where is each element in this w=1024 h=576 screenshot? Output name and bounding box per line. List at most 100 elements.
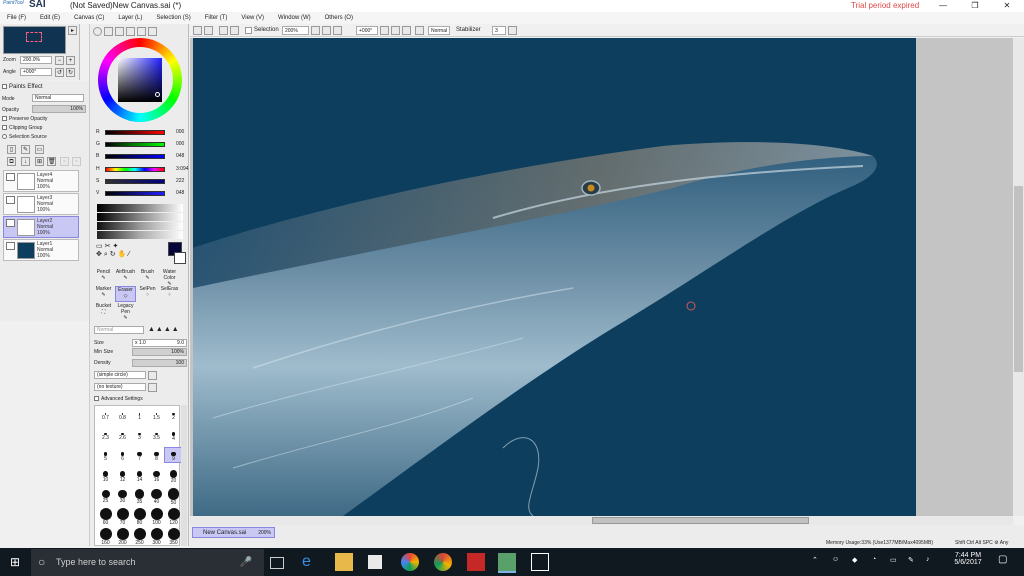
volume-icon[interactable]: ♪ [926,556,930,563]
brush-size-preset[interactable]: 4 [165,428,182,442]
secondary-color-swatch[interactable] [174,252,186,264]
brush-size-preset[interactable]: 30 [114,488,131,504]
chrome-icon[interactable] [434,553,452,571]
brush-size-preset[interactable]: 0.7 [97,408,114,421]
store-icon[interactable] [368,555,382,569]
hue-slider[interactable]: H 3:094 [93,166,189,174]
canvas-rotate-right-icon[interactable] [391,26,400,35]
rotate-right-icon[interactable]: ↻ [66,68,75,77]
eraser-tool[interactable]: Eraser ◇ [115,286,136,302]
legacy-pen-tool[interactable]: Legacy Pen ✎ [115,303,136,321]
menu-window[interactable]: Window (W) [274,12,315,24]
seleras-tool[interactable]: SelEras ⁘ [159,286,180,302]
paint-tool-sai-taskbar-icon[interactable] [498,553,516,573]
selection-checkbox[interactable] [245,27,252,34]
brush-size-preset[interactable]: 50 [165,488,182,506]
rect-select-icon[interactable]: ▭ [96,243,105,250]
canvas-zoom-in-icon[interactable] [322,26,331,35]
selection-tools[interactable]: ▭✂✦ ✥⌕↻✋⁄ [96,242,132,259]
brush-size-preset[interactable]: 7 [131,448,148,462]
brush-size-preset[interactable]: 6 [114,448,131,462]
rotate-left-icon[interactable]: ↺ [55,68,64,77]
taskbar-search[interactable]: ○ Type here to search 🎤 [31,549,264,576]
brush-size-preset[interactable]: 60 [97,508,114,526]
navigator-thumbnail[interactable] [3,26,66,54]
stabilizer-field[interactable]: 3 [492,26,506,35]
brush-size-preset[interactable]: 250 [131,528,148,546]
brush-size-preset[interactable]: 0.8 [114,408,131,421]
size-slider[interactable]: x 1.0 9.0 [132,339,187,347]
wifi-icon[interactable]: ◔ [872,556,876,563]
horizontal-scroll-thumb[interactable] [592,517,809,524]
document-tab[interactable]: New Canvas.sai 200% [192,527,275,538]
menu-view[interactable]: View (V) [237,12,268,24]
invert-selection-icon[interactable] [230,26,239,35]
drawing-canvas[interactable] [193,38,916,516]
pencil-tool[interactable]: Pencil ✎ [93,269,114,285]
brush-size-preset[interactable]: 8 [148,448,165,462]
paints-effect-toggle[interactable] [2,84,7,89]
move-icon[interactable]: ✥ [96,251,104,258]
canvas-zoom-reset-icon[interactable] [333,26,342,35]
deselect-icon[interactable] [219,26,228,35]
layer-mode-select[interactable]: Normal [32,94,84,102]
task-view-icon[interactable] [270,557,284,569]
visibility-eye-icon[interactable] [6,196,15,204]
brush-size-preset[interactable]: 120 [165,508,182,526]
new-layer-icon[interactable]: ▯ [7,145,16,154]
magic-wand-icon[interactable]: ✦ [113,243,121,250]
brush-size-preset[interactable]: 100 [148,508,165,526]
brush-size-preset[interactable]: 160 [97,528,114,546]
hsv-slider-tab-icon[interactable] [115,27,124,36]
color-wheel-tab-icon[interactable] [93,27,102,36]
menu-filter[interactable]: Filter (T) [201,12,232,24]
swatches-tab-icon[interactable] [126,27,135,36]
rgb-slider-tab-icon[interactable] [104,27,113,36]
undo-icon[interactable] [193,26,202,35]
rotate-tool-icon[interactable]: ↻ [110,251,118,258]
brush-size-preset[interactable]: 25 [97,488,114,504]
brush-edge-selector[interactable]: ▲▲▲▲ [148,326,180,333]
zoom-out-icon[interactable]: − [55,56,64,65]
density-slider[interactable]: 100 [132,359,187,367]
menu-canvas[interactable]: Canvas (C) [70,12,108,24]
color-wheel[interactable] [98,38,182,122]
saturation-slider[interactable]: S 222 [93,178,189,186]
pen-icon[interactable]: ✎ [908,556,914,564]
stabilizer-dropdown-icon[interactable] [508,26,517,35]
brush-size-preset[interactable]: 9 [164,446,183,464]
color-picker-marker[interactable] [155,92,160,97]
brush-size-preset[interactable]: 1 [131,408,148,421]
watercolor-tool[interactable]: Water Color ✎ [159,269,180,287]
brush-shape-select[interactable]: (simple circle) [94,371,146,379]
menu-layer[interactable]: Layer (L) [114,12,146,24]
blend-mode-select[interactable]: Normal [94,326,144,334]
brush-size-preset[interactable]: 5 [97,448,114,462]
marker-tool[interactable]: Marker ✎ [93,286,114,302]
visibility-eye-icon[interactable] [6,219,15,227]
menu-selection[interactable]: Selection (S) [152,12,194,24]
blue-slider[interactable]: B 048 [93,153,189,161]
canvas-zoom-out-icon[interactable] [311,26,320,35]
brush-size-preset[interactable]: 80 [131,508,148,526]
people-icon[interactable]: ☺ [832,556,839,563]
brush-size-preset[interactable]: 70 [114,508,131,526]
network-icon[interactable]: ▭ [890,556,897,564]
user-swatch-tab-icon[interactable] [148,27,157,36]
selection-source-checkbox[interactable]: Selection Source [2,134,47,140]
texture-menu-icon[interactable] [148,383,157,392]
navigator-menu-icon[interactable]: ▸ [68,26,77,35]
brush-texture-select[interactable]: (no texture) [94,383,146,391]
layer-row[interactable]: Layer3 Normal 100% [3,193,79,215]
edge-browser-icon[interactable]: e [302,553,320,571]
preserve-opacity-checkbox[interactable]: Preserve Opacity [2,116,47,122]
canvas-zoom-field[interactable]: 200% [282,26,309,35]
notifications-icon[interactable]: ▢ [998,554,1007,565]
green-slider[interactable]: G 000 [93,141,189,149]
brush-size-preset[interactable]: 200 [114,528,131,546]
layer-opacity-slider[interactable]: 100% [32,105,86,113]
zoom-in-icon[interactable]: + [66,56,75,65]
brush-size-preset[interactable]: 2.3 [97,428,114,441]
photos-icon[interactable] [401,553,419,571]
brush-size-preset[interactable]: 350 [165,528,182,546]
